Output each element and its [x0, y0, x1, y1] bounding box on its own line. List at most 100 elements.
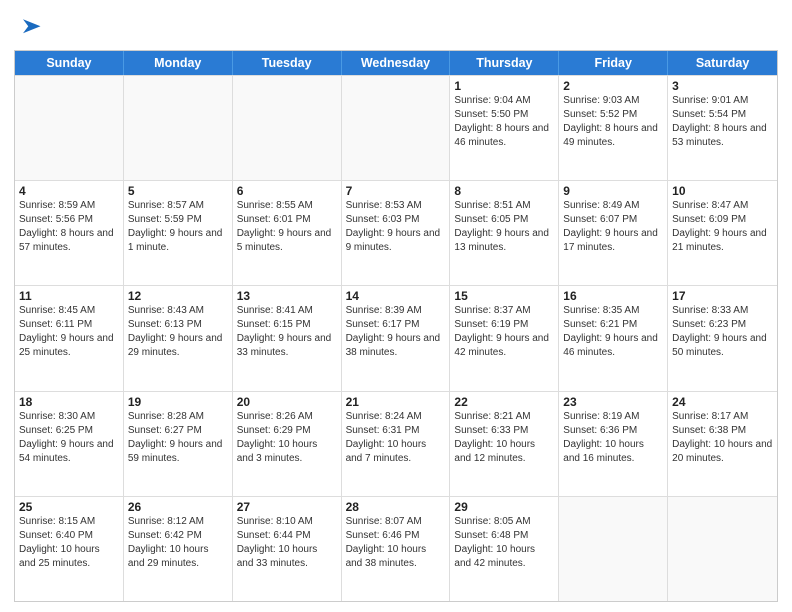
calendar-day-24: 24Sunrise: 8:17 AM Sunset: 6:38 PM Dayli…	[668, 392, 777, 496]
calendar-day-19: 19Sunrise: 8:28 AM Sunset: 6:27 PM Dayli…	[124, 392, 233, 496]
calendar-day-3: 3Sunrise: 9:01 AM Sunset: 5:54 PM Daylig…	[668, 76, 777, 180]
calendar-day-26: 26Sunrise: 8:12 AM Sunset: 6:42 PM Dayli…	[124, 497, 233, 601]
day-info: Sunrise: 8:35 AM Sunset: 6:21 PM Dayligh…	[563, 304, 663, 360]
day-info: Sunrise: 8:43 AM Sunset: 6:13 PM Dayligh…	[128, 304, 228, 360]
day-info: Sunrise: 9:01 AM Sunset: 5:54 PM Dayligh…	[672, 94, 773, 150]
calendar-day-14: 14Sunrise: 8:39 AM Sunset: 6:17 PM Dayli…	[342, 286, 451, 390]
day-number: 24	[672, 395, 773, 409]
calendar-day-27: 27Sunrise: 8:10 AM Sunset: 6:44 PM Dayli…	[233, 497, 342, 601]
day-number: 1	[454, 79, 554, 93]
day-info: Sunrise: 8:41 AM Sunset: 6:15 PM Dayligh…	[237, 304, 337, 360]
calendar-day-25: 25Sunrise: 8:15 AM Sunset: 6:40 PM Dayli…	[15, 497, 124, 601]
calendar-body: 1Sunrise: 9:04 AM Sunset: 5:50 PM Daylig…	[15, 75, 777, 601]
day-info: Sunrise: 8:59 AM Sunset: 5:56 PM Dayligh…	[19, 199, 119, 255]
day-info: Sunrise: 8:51 AM Sunset: 6:05 PM Dayligh…	[454, 199, 554, 255]
day-info: Sunrise: 8:28 AM Sunset: 6:27 PM Dayligh…	[128, 410, 228, 466]
day-info: Sunrise: 8:39 AM Sunset: 6:17 PM Dayligh…	[346, 304, 446, 360]
day-number: 23	[563, 395, 663, 409]
day-info: Sunrise: 8:26 AM Sunset: 6:29 PM Dayligh…	[237, 410, 337, 466]
calendar-day-15: 15Sunrise: 8:37 AM Sunset: 6:19 PM Dayli…	[450, 286, 559, 390]
calendar-day-21: 21Sunrise: 8:24 AM Sunset: 6:31 PM Dayli…	[342, 392, 451, 496]
calendar-week-5: 25Sunrise: 8:15 AM Sunset: 6:40 PM Dayli…	[15, 496, 777, 601]
calendar-day-18: 18Sunrise: 8:30 AM Sunset: 6:25 PM Dayli…	[15, 392, 124, 496]
day-info: Sunrise: 8:05 AM Sunset: 6:48 PM Dayligh…	[454, 515, 554, 571]
day-number: 21	[346, 395, 446, 409]
day-info: Sunrise: 8:10 AM Sunset: 6:44 PM Dayligh…	[237, 515, 337, 571]
day-info: Sunrise: 9:04 AM Sunset: 5:50 PM Dayligh…	[454, 94, 554, 150]
calendar-day-17: 17Sunrise: 8:33 AM Sunset: 6:23 PM Dayli…	[668, 286, 777, 390]
day-number: 13	[237, 289, 337, 303]
calendar-day-12: 12Sunrise: 8:43 AM Sunset: 6:13 PM Dayli…	[124, 286, 233, 390]
col-tuesday: Tuesday	[233, 51, 342, 75]
day-number: 17	[672, 289, 773, 303]
day-number: 19	[128, 395, 228, 409]
calendar-day-16: 16Sunrise: 8:35 AM Sunset: 6:21 PM Dayli…	[559, 286, 668, 390]
day-number: 6	[237, 184, 337, 198]
calendar-week-4: 18Sunrise: 8:30 AM Sunset: 6:25 PM Dayli…	[15, 391, 777, 496]
day-info: Sunrise: 8:12 AM Sunset: 6:42 PM Dayligh…	[128, 515, 228, 571]
calendar-day-4: 4Sunrise: 8:59 AM Sunset: 5:56 PM Daylig…	[15, 181, 124, 285]
day-number: 2	[563, 79, 663, 93]
calendar-day-11: 11Sunrise: 8:45 AM Sunset: 6:11 PM Dayli…	[15, 286, 124, 390]
page: Sunday Monday Tuesday Wednesday Thursday…	[0, 0, 792, 612]
calendar-day-9: 9Sunrise: 8:49 AM Sunset: 6:07 PM Daylig…	[559, 181, 668, 285]
day-number: 12	[128, 289, 228, 303]
calendar-day-5: 5Sunrise: 8:57 AM Sunset: 5:59 PM Daylig…	[124, 181, 233, 285]
day-number: 27	[237, 500, 337, 514]
day-number: 11	[19, 289, 119, 303]
col-thursday: Thursday	[450, 51, 559, 75]
calendar-empty-cell	[342, 76, 451, 180]
calendar-day-22: 22Sunrise: 8:21 AM Sunset: 6:33 PM Dayli…	[450, 392, 559, 496]
calendar-header-row: Sunday Monday Tuesday Wednesday Thursday…	[15, 51, 777, 75]
day-info: Sunrise: 8:47 AM Sunset: 6:09 PM Dayligh…	[672, 199, 773, 255]
logo	[14, 14, 44, 42]
calendar-day-8: 8Sunrise: 8:51 AM Sunset: 6:05 PM Daylig…	[450, 181, 559, 285]
logo-icon	[16, 14, 44, 42]
day-number: 25	[19, 500, 119, 514]
day-info: Sunrise: 8:53 AM Sunset: 6:03 PM Dayligh…	[346, 199, 446, 255]
day-info: Sunrise: 8:33 AM Sunset: 6:23 PM Dayligh…	[672, 304, 773, 360]
day-info: Sunrise: 8:57 AM Sunset: 5:59 PM Dayligh…	[128, 199, 228, 255]
calendar-day-2: 2Sunrise: 9:03 AM Sunset: 5:52 PM Daylig…	[559, 76, 668, 180]
day-info: Sunrise: 8:37 AM Sunset: 6:19 PM Dayligh…	[454, 304, 554, 360]
day-info: Sunrise: 8:15 AM Sunset: 6:40 PM Dayligh…	[19, 515, 119, 571]
day-info: Sunrise: 8:19 AM Sunset: 6:36 PM Dayligh…	[563, 410, 663, 466]
day-number: 28	[346, 500, 446, 514]
calendar-week-2: 4Sunrise: 8:59 AM Sunset: 5:56 PM Daylig…	[15, 180, 777, 285]
calendar-day-7: 7Sunrise: 8:53 AM Sunset: 6:03 PM Daylig…	[342, 181, 451, 285]
day-info: Sunrise: 8:55 AM Sunset: 6:01 PM Dayligh…	[237, 199, 337, 255]
day-number: 20	[237, 395, 337, 409]
day-number: 10	[672, 184, 773, 198]
calendar-day-29: 29Sunrise: 8:05 AM Sunset: 6:48 PM Dayli…	[450, 497, 559, 601]
day-number: 22	[454, 395, 554, 409]
day-number: 18	[19, 395, 119, 409]
calendar-day-13: 13Sunrise: 8:41 AM Sunset: 6:15 PM Dayli…	[233, 286, 342, 390]
day-number: 7	[346, 184, 446, 198]
col-wednesday: Wednesday	[342, 51, 451, 75]
calendar-empty-cell	[233, 76, 342, 180]
day-info: Sunrise: 8:07 AM Sunset: 6:46 PM Dayligh…	[346, 515, 446, 571]
col-friday: Friday	[559, 51, 668, 75]
day-info: Sunrise: 8:21 AM Sunset: 6:33 PM Dayligh…	[454, 410, 554, 466]
day-number: 14	[346, 289, 446, 303]
day-number: 15	[454, 289, 554, 303]
day-number: 29	[454, 500, 554, 514]
col-saturday: Saturday	[668, 51, 777, 75]
col-sunday: Sunday	[15, 51, 124, 75]
calendar-empty-cell	[559, 497, 668, 601]
day-number: 9	[563, 184, 663, 198]
calendar-day-23: 23Sunrise: 8:19 AM Sunset: 6:36 PM Dayli…	[559, 392, 668, 496]
calendar-empty-cell	[124, 76, 233, 180]
header	[14, 10, 778, 42]
day-number: 16	[563, 289, 663, 303]
day-info: Sunrise: 8:49 AM Sunset: 6:07 PM Dayligh…	[563, 199, 663, 255]
day-info: Sunrise: 8:24 AM Sunset: 6:31 PM Dayligh…	[346, 410, 446, 466]
day-number: 3	[672, 79, 773, 93]
day-number: 8	[454, 184, 554, 198]
calendar-empty-cell	[668, 497, 777, 601]
day-info: Sunrise: 8:30 AM Sunset: 6:25 PM Dayligh…	[19, 410, 119, 466]
calendar-week-1: 1Sunrise: 9:04 AM Sunset: 5:50 PM Daylig…	[15, 75, 777, 180]
calendar-day-1: 1Sunrise: 9:04 AM Sunset: 5:50 PM Daylig…	[450, 76, 559, 180]
col-monday: Monday	[124, 51, 233, 75]
calendar-day-28: 28Sunrise: 8:07 AM Sunset: 6:46 PM Dayli…	[342, 497, 451, 601]
